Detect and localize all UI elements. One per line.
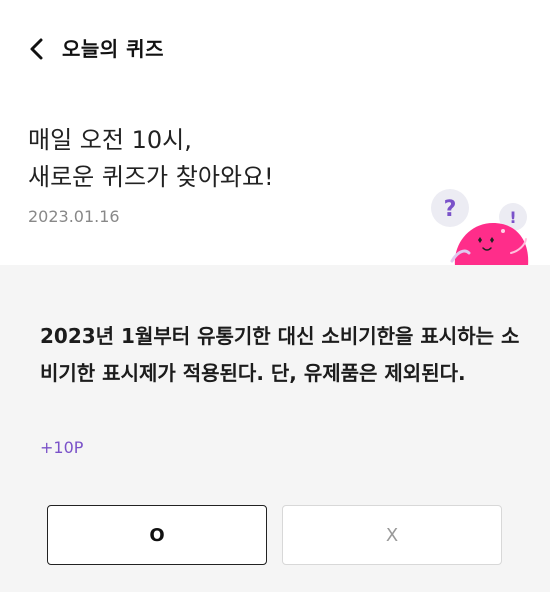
quiz-card: 2023년 1월부터 유통기한 대신 소비기한을 표시하는 소비기한 표시제가 … (0, 265, 550, 592)
back-button[interactable] (22, 34, 52, 64)
reward-points: +10P (40, 438, 84, 457)
quiz-mascot-illustration: ? ! (431, 189, 529, 266)
quiz-date: 2023.01.16 (28, 207, 120, 226)
intro-headline-line1: 매일 오전 10시, (28, 126, 192, 154)
mascot-question-mark: ? (444, 197, 457, 222)
answer-o-button[interactable]: O (47, 505, 267, 565)
page-title: 오늘의 퀴즈 (62, 37, 164, 61)
question-bubble-icon: ? (431, 189, 469, 227)
quiz-question: 2023년 1월부터 유통기한 대신 소비기한을 표시하는 소비기한 표시제가 … (40, 324, 520, 385)
intro-headline-line2: 새로운 퀴즈가 찾아와요! (28, 163, 274, 191)
app-header: 오늘의 퀴즈 (0, 0, 550, 95)
chevron-left-icon (30, 38, 43, 60)
intro-section: 매일 오전 10시, 새로운 퀴즈가 찾아와요! 2023.01.16 (28, 122, 428, 226)
answer-x-button[interactable]: X (282, 505, 502, 565)
mascot-exclaim-mark: ! (509, 208, 516, 227)
